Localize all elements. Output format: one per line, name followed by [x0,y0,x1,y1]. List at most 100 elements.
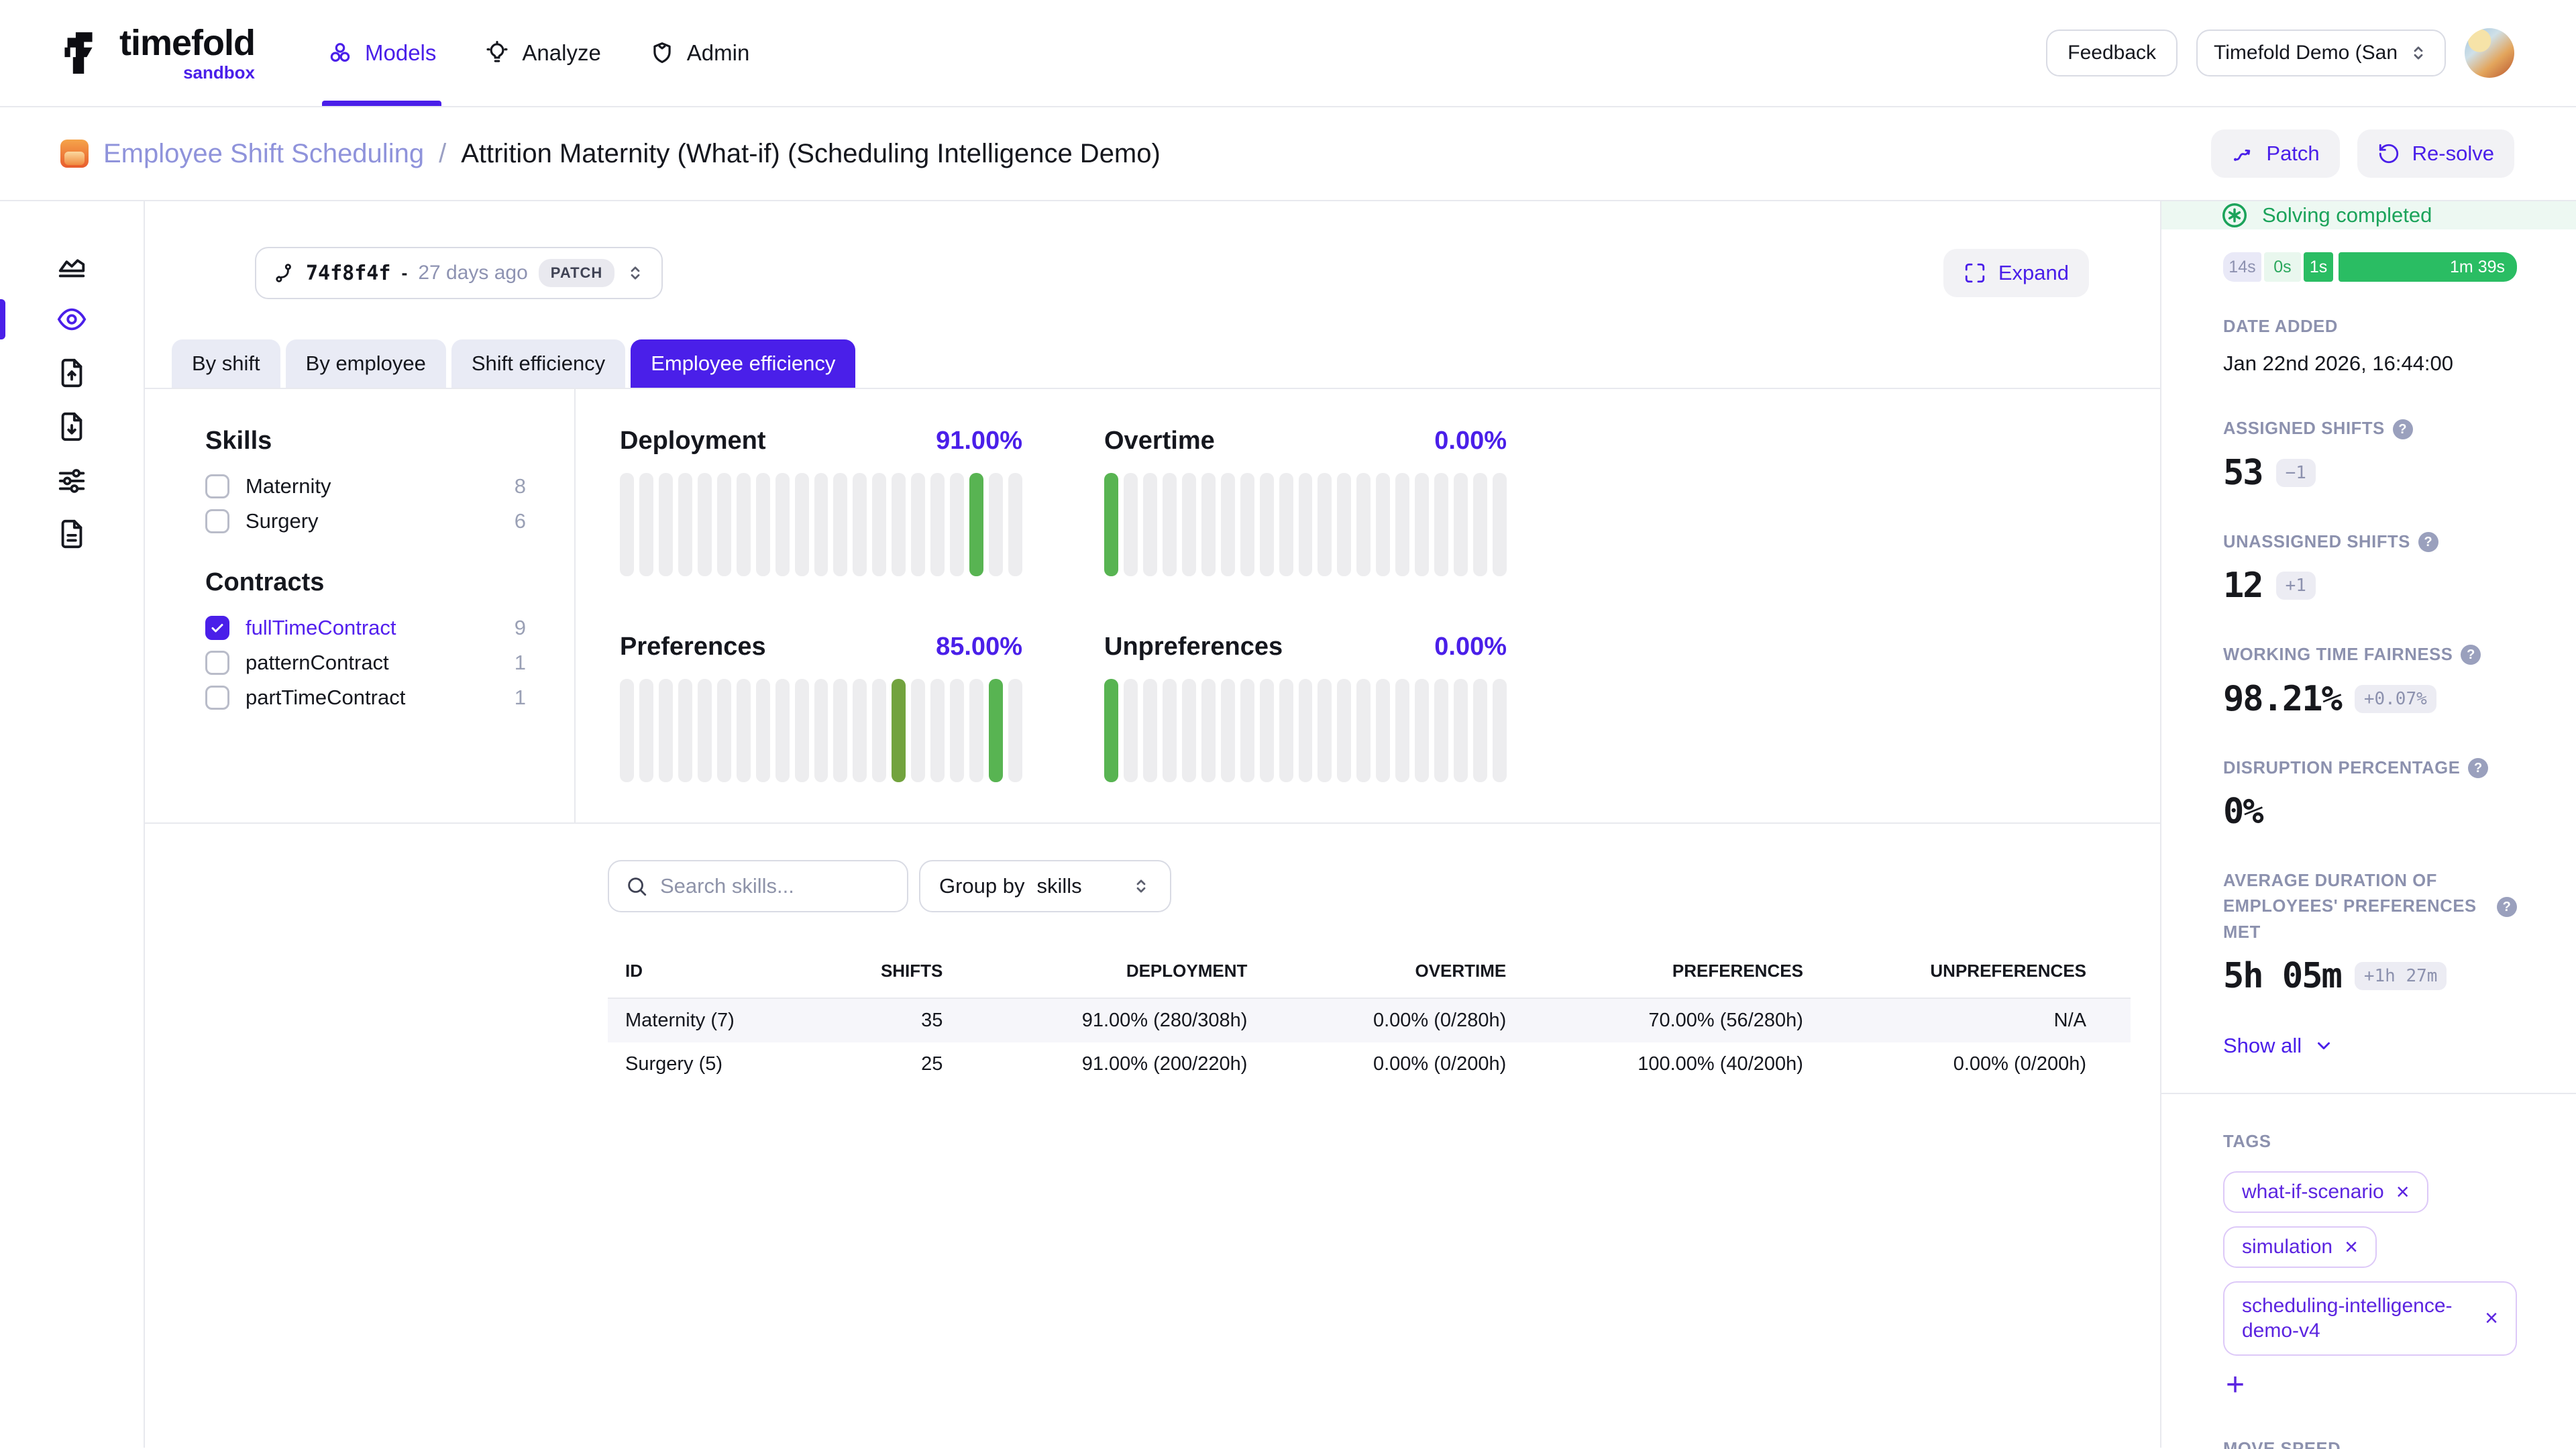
expand-button[interactable]: Expand [1943,249,2089,297]
contract-filter-row[interactable]: fullTimeContract 9 [205,616,526,640]
tag-chip: what-if-scenario × [2223,1171,2428,1213]
file-text-icon [56,519,87,549]
contract-filter-row[interactable]: patternContract 1 [205,651,526,675]
chevron-up-down-icon [2408,43,2428,63]
histogram-bucket [1143,679,1157,782]
help-icon[interactable]: ? [2418,532,2438,552]
sidebar-item[interactable] [0,346,144,400]
histogram-bucket [814,473,828,576]
table-cell: 100.00% (40/200h) [1506,1042,1803,1086]
stat-value: 53 [2223,453,2263,493]
histogram-strip [620,473,1022,576]
tag-chip: scheduling-intelligence-demo-v4 × [2223,1281,2517,1356]
checkbox[interactable] [205,474,229,498]
file-up-icon [56,358,87,388]
remove-tag-icon[interactable]: × [2396,1181,2410,1203]
show-all-button[interactable]: Show all [2223,1034,2334,1058]
stat-block: UNASSIGNED SHIFTS? 12 +1 [2223,529,2517,606]
nav-item[interactable]: Admin [649,0,750,106]
histogram-bucket [950,679,964,782]
histogram-bucket [1376,473,1390,576]
histogram-bucket [1493,679,1507,782]
histogram-bucket [639,679,653,782]
left-rail [0,201,145,1448]
sidebar-item[interactable] [0,292,144,346]
table-row[interactable]: Maternity (7)3591.00% (280/308h)0.00% (0… [608,998,2131,1042]
chart-title: Preferences [620,633,766,661]
stat-delta-badge: +1h 27m [2355,962,2447,990]
histogram-bucket [1221,679,1235,782]
skill-filter-row[interactable]: Maternity 8 [205,474,526,498]
models-icon [327,40,353,66]
expand-button-label: Expand [1998,261,2069,285]
avatar[interactable] [2465,28,2514,78]
column-header: OVERTIME [1247,947,1506,998]
help-icon[interactable]: ? [2461,645,2481,665]
group-by-value: skills [1037,874,1082,898]
checkbox[interactable] [205,651,229,675]
checkbox[interactable] [205,686,229,710]
column-header: UNPREFERENCES [1803,947,2131,998]
model-emoji-icon [60,140,89,168]
resolve-button[interactable]: Re-solve [2357,129,2514,178]
histogram-bucket [989,473,1003,576]
search-input[interactable] [660,874,891,898]
group-by-select[interactable]: Group by skills [919,860,1171,912]
histogram-bucket [1124,679,1138,782]
nav-item[interactable]: Analyze [484,0,600,106]
help-icon[interactable]: ? [2468,758,2488,778]
layout: 74f8f4f - 27 days ago PATCH Expand By sh… [0,201,2576,1448]
sidebar-item[interactable] [0,239,144,292]
histogram-bucket [698,473,712,576]
remove-tag-icon[interactable]: × [2345,1236,2358,1258]
contract-count: 1 [515,686,526,710]
feedback-button[interactable]: Feedback [2046,30,2178,76]
add-tag-button[interactable]: + [2223,1369,2247,1401]
table-cell: N/A [1803,998,2131,1042]
help-icon[interactable]: ? [2497,897,2517,917]
table-cell: 0.00% (0/200h) [1803,1042,2131,1086]
nav-item[interactable]: Models [327,0,436,106]
brand-logo[interactable]: timefold sandbox [54,25,255,81]
table-cell: Surgery (5) [608,1042,806,1086]
contract-filter-row[interactable]: partTimeContract 1 [205,686,526,710]
histogram-bucket [1143,473,1157,576]
workspace-select[interactable]: Timefold Demo (San [2196,30,2446,76]
histogram-bucket [1182,679,1196,782]
tab[interactable]: By employee [286,339,446,388]
tab[interactable]: By shift [172,339,280,388]
histogram-bucket [1493,473,1507,576]
stat-label: AVERAGE DURATION OF EMPLOYEES' PREFERENC… [2223,868,2489,945]
status-banner: Solving completed [2161,201,2576,229]
histogram-bucket [1337,473,1351,576]
histogram-bucket [1104,679,1118,782]
version-select[interactable]: 74f8f4f - 27 days ago PATCH [255,247,663,299]
tab[interactable]: Employee efficiency [631,339,855,388]
brand-subtitle: sandbox [183,64,255,81]
stat-label: ASSIGNED SHIFTS [2223,416,2385,441]
sidebar-item[interactable] [0,507,144,561]
column-header: PREFERENCES [1506,947,1803,998]
histogram-bucket [1434,679,1448,782]
histogram-strip [1104,473,1507,576]
chart-value: 85.00% [936,633,1022,661]
histogram-bucket [1318,473,1332,576]
help-icon[interactable]: ? [2393,419,2413,439]
skill-filter-row[interactable]: Surgery 6 [205,509,526,533]
sidebar-item[interactable] [0,400,144,453]
contract-count: 1 [515,651,526,675]
patch-button[interactable]: Patch [2211,129,2339,178]
table-row[interactable]: Surgery (5)2591.00% (200/220h)0.00% (0/2… [608,1042,2131,1086]
skill-label: Surgery [246,509,498,533]
tab[interactable]: Shift efficiency [451,339,625,388]
checkbox[interactable] [205,616,229,640]
histogram-bucket [1454,679,1468,782]
checkbox[interactable] [205,509,229,533]
solve-panel-body: 14s 0s 1s 1m 39s DATE ADDED Jan 22nd 202… [2161,229,2576,1449]
breadcrumb-parent-link[interactable]: Employee Shift Scheduling [103,139,424,169]
table-cell: 70.00% (56/280h) [1506,998,1803,1042]
remove-tag-icon[interactable]: × [2485,1307,2498,1330]
stat-value: 5h 05m [2223,956,2341,996]
version-hash: 74f8f4f [306,262,390,285]
sidebar-item[interactable] [0,453,144,507]
